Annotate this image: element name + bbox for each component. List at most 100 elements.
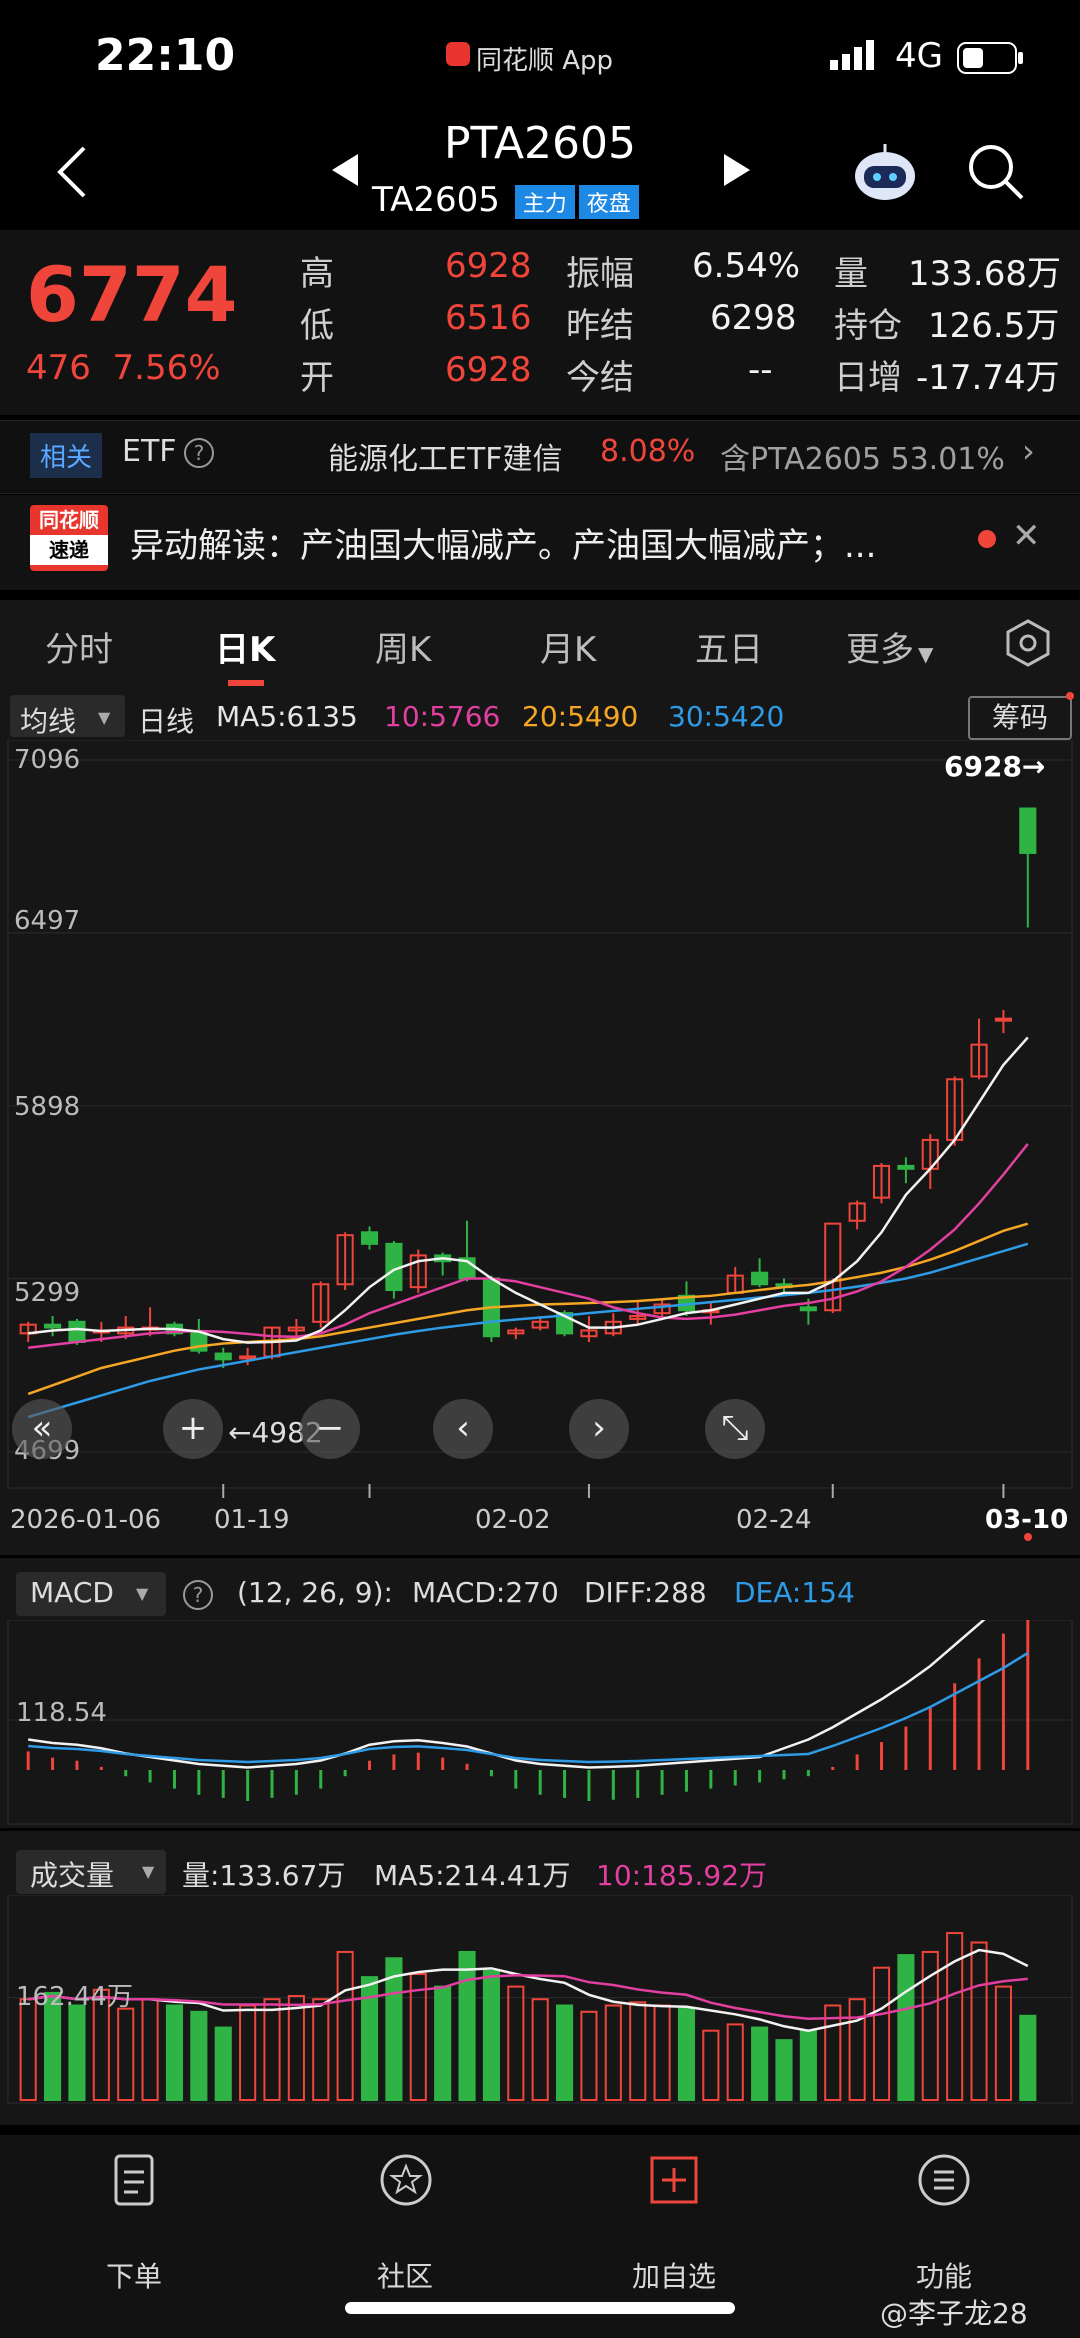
volume-value: 133.68万: [908, 254, 1061, 294]
tab-five-day[interactable]: 五日: [695, 622, 763, 671]
nav-functions[interactable]: 功能: [884, 2255, 1004, 2295]
volume-bar: [799, 2029, 817, 2101]
chip-distribution-button[interactable]: 筹码: [968, 696, 1072, 740]
volume-bar: [312, 1998, 330, 2101]
y-label-3: 5299: [14, 1278, 81, 1308]
candle-up: [994, 1017, 1012, 1022]
volume-bar: [458, 1950, 476, 2102]
volume-bar: [190, 2010, 208, 2101]
dea-line: [28, 1651, 1029, 1764]
news-text[interactable]: 异动解读：产油国大幅减产。产油国大幅减产；...: [130, 518, 950, 567]
menu-icon[interactable]: [914, 2150, 974, 2210]
prev-settle-value: 6298: [710, 298, 797, 338]
volume-bar: [263, 1998, 281, 2101]
etf-name: 能源化工ETF建信: [328, 442, 563, 477]
volume-bar: [702, 2029, 720, 2101]
daily-change-label: 日增: [834, 358, 902, 398]
candle-down: [751, 1271, 769, 1286]
nav-add-watchlist[interactable]: 加自选: [614, 2255, 734, 2295]
volume-ma5: MA5:214.41万: [374, 1859, 571, 1892]
tab-weekly[interactable]: 周K: [375, 622, 431, 671]
candle-down: [68, 1320, 86, 1344]
volume-bar: [117, 2007, 135, 2101]
tab-intraday[interactable]: 分时: [45, 622, 113, 671]
x-label-1: 01-19: [214, 1505, 290, 1535]
open-interest-label: 持仓: [834, 306, 902, 346]
volume-chart[interactable]: [0, 1895, 1080, 2105]
x-label-3: 02-24: [736, 1505, 812, 1535]
candle-down: [897, 1164, 915, 1170]
zoom-out-icon[interactable]: −: [300, 1399, 360, 1459]
macd-chart[interactable]: [0, 1620, 1080, 1825]
volume-bar: [482, 1969, 500, 2101]
scroll-right-icon[interactable]: ›: [569, 1399, 629, 1459]
macd-help-icon[interactable]: ?: [183, 1580, 213, 1610]
amplitude-label: 振幅: [566, 254, 634, 294]
tab-monthly[interactable]: 月K: [540, 622, 596, 671]
volume-bar: [897, 1954, 915, 2101]
volume-bar: [409, 1973, 427, 2101]
ma-select-label: 均线: [20, 705, 77, 738]
caret-down-icon: ▼: [918, 642, 934, 666]
volume-bar: [994, 1985, 1012, 2101]
today-settle-value: --: [748, 350, 773, 390]
status-app-name: 同花顺 App: [440, 40, 613, 77]
macd-caret-icon: ▼: [136, 1584, 149, 1603]
nav-order[interactable]: 下单: [74, 2255, 194, 2295]
fullscreen-icon[interactable]: ⤡: [705, 1399, 765, 1459]
zoom-in-icon[interactable]: +: [163, 1399, 223, 1459]
y-label-1: 6497: [14, 906, 81, 936]
prev-settle-label: 昨结: [566, 306, 634, 346]
settings-hex-icon[interactable]: [1003, 618, 1053, 672]
volume-bar: [141, 1998, 159, 2101]
next-contract-icon[interactable]: [722, 152, 752, 192]
scroll-left-icon[interactable]: ‹: [433, 1399, 493, 1459]
news-logo-top: 同花顺: [39, 508, 99, 532]
chevron-right-icon[interactable]: ›: [1022, 432, 1035, 470]
volume-bar: [165, 2004, 184, 2101]
high-label: 高: [300, 254, 334, 294]
news-logo-bottom: 速递: [30, 535, 108, 565]
open-interest-value: 126.5万: [928, 306, 1060, 346]
nav-community[interactable]: 社区: [345, 2255, 465, 2295]
volume-label: 量: [834, 254, 868, 294]
candle-down: [1019, 807, 1037, 854]
volume-caret-icon: ▼: [142, 1862, 155, 1881]
volume-bar: [434, 1985, 452, 2101]
x-label-4: 03-10: [985, 1505, 1069, 1535]
ma5-line: [28, 1036, 1029, 1344]
etf-label: ETF: [122, 434, 177, 469]
order-icon[interactable]: [104, 2150, 164, 2210]
ma-type: 日线: [138, 705, 195, 738]
community-icon[interactable]: [376, 2150, 436, 2210]
daily-change-value: -17.74万: [916, 358, 1060, 398]
unread-dot: [978, 530, 996, 548]
tab-more[interactable]: 更多 ▼: [846, 622, 933, 671]
divider: [0, 1828, 1080, 1831]
volume-bar: [19, 1998, 37, 2101]
status-time: 22:10: [95, 30, 236, 81]
help-icon[interactable]: ?: [184, 438, 214, 468]
volume-bar: [775, 2039, 793, 2101]
volume-bar: [824, 2004, 842, 2101]
robot-assistant-icon[interactable]: [850, 140, 920, 208]
y-label-0: 7096: [14, 745, 81, 775]
diff-value: DIFF:288: [584, 1576, 707, 1609]
ma-caret-icon: ▼: [98, 708, 111, 727]
ma30-value: 30:5420: [668, 700, 785, 733]
close-icon[interactable]: ✕: [1012, 516, 1041, 556]
watermark: @李子龙28: [880, 2297, 1028, 2330]
search-icon[interactable]: [966, 142, 1026, 206]
volume-bar: [872, 1966, 891, 2101]
volume-bar: [556, 2004, 574, 2101]
signal-icon: [830, 40, 880, 74]
kline-chart[interactable]: [0, 740, 1080, 1500]
add-watchlist-icon[interactable]: [644, 2150, 704, 2210]
scroll-left-fast-icon[interactable]: «: [12, 1399, 72, 1459]
candle-up: [239, 1355, 257, 1360]
volume-bar: [507, 1985, 525, 2101]
candle-down: [44, 1323, 62, 1329]
volume-select-label: 成交量: [30, 1859, 115, 1892]
volume-bar: [68, 2004, 86, 2101]
tab-daily[interactable]: 日K: [215, 622, 275, 671]
